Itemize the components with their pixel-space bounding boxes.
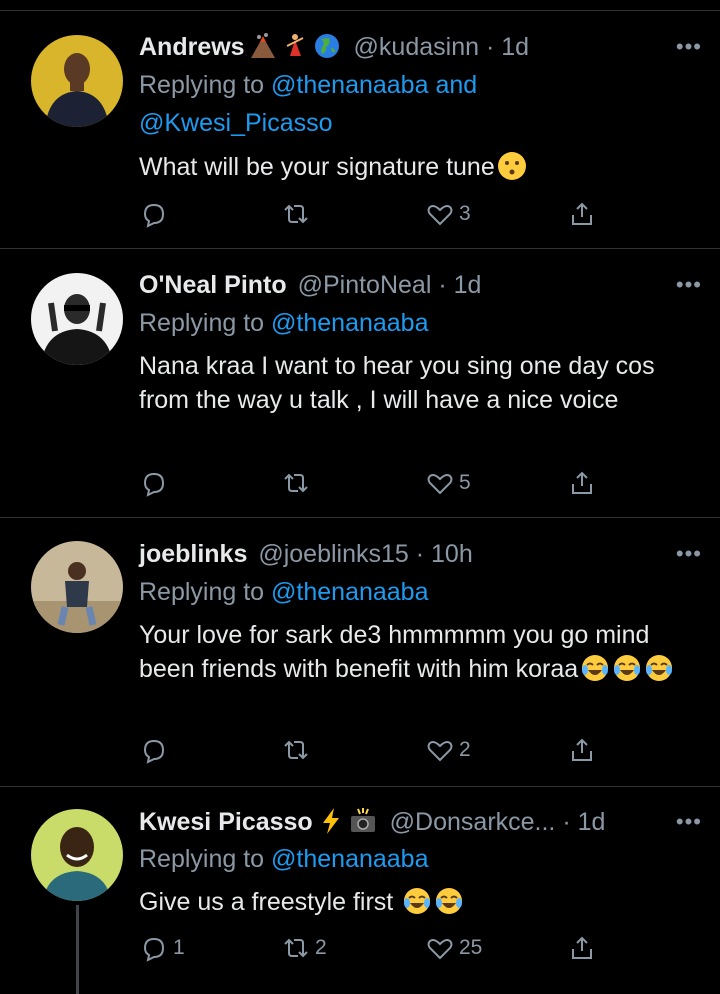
tweet-time[interactable]: · 1d bbox=[486, 33, 529, 61]
share-button[interactable] bbox=[567, 932, 597, 964]
like-count: 2 bbox=[459, 738, 471, 761]
tweet-actions: 1 2 25 bbox=[139, 932, 619, 964]
share-icon bbox=[572, 202, 592, 225]
reply-count: 1 bbox=[173, 936, 185, 959]
author-name[interactable]: Kwesi Picasso bbox=[139, 808, 313, 836]
tweet-time[interactable]: · 1d bbox=[438, 271, 481, 299]
reply-prefix: Replying to bbox=[139, 309, 265, 337]
retweet-icon bbox=[284, 204, 308, 224]
tweet-text: Nana kraa I want to hear you sing one da… bbox=[139, 352, 655, 414]
replying-to: Replying to @thenanaaba bbox=[139, 573, 700, 611]
author-name[interactable]: O'Neal Pinto bbox=[139, 271, 287, 299]
replying-to: Replying to @thenanaaba bbox=[139, 840, 700, 878]
retweet-button[interactable] bbox=[281, 734, 315, 766]
mention-link[interactable]: @thenanaaba bbox=[271, 845, 428, 873]
mention-link[interactable]: @thenanaaba bbox=[271, 309, 428, 337]
share-button[interactable] bbox=[567, 734, 597, 766]
reply-icon bbox=[143, 472, 165, 497]
author-handle[interactable]: @PintoNeal bbox=[298, 271, 432, 299]
mention-link-2[interactable]: @Kwesi_Picasso bbox=[139, 109, 333, 137]
tweet-text-content: Your love for sark de3 hmmmmm you go min… bbox=[139, 621, 650, 683]
reply-icon bbox=[143, 739, 165, 764]
like-button[interactable]: 3 bbox=[425, 198, 471, 230]
like-button[interactable]: 2 bbox=[425, 734, 471, 766]
tears-of-joy-icon bbox=[612, 653, 642, 683]
tweet-text-content: Give us a freestyle first bbox=[139, 888, 394, 916]
tweet-actions: 2 bbox=[139, 734, 619, 766]
heart-icon bbox=[427, 741, 453, 762]
avatar-joeblinks[interactable] bbox=[31, 541, 123, 633]
heart-icon bbox=[427, 939, 453, 960]
hushed-face-icon bbox=[497, 151, 527, 181]
author-name[interactable]: joeblinks bbox=[139, 540, 247, 568]
author-name[interactable]: Andrews bbox=[139, 33, 245, 61]
retweet-count: 2 bbox=[315, 936, 327, 959]
thread-line bbox=[76, 905, 79, 994]
tears-of-joy-icon bbox=[644, 653, 674, 683]
tweet-time[interactable]: · 1d bbox=[562, 808, 605, 836]
heart-icon bbox=[427, 474, 453, 495]
reply-icon bbox=[143, 203, 165, 228]
like-count: 3 bbox=[459, 202, 471, 225]
reply-button[interactable] bbox=[139, 734, 173, 766]
tweet-3[interactable]: joeblinks @joeblinks15 · 10h ••• Replyin… bbox=[0, 518, 720, 786]
retweet-icon bbox=[284, 938, 308, 958]
more-options-icon[interactable]: ••• bbox=[676, 809, 702, 835]
volcano-icon bbox=[249, 32, 277, 60]
avatar-kwesi-picasso[interactable] bbox=[31, 809, 123, 901]
tweet-text: What will be your signature tune bbox=[139, 150, 680, 184]
dancer-icon bbox=[281, 32, 309, 60]
share-icon bbox=[572, 738, 592, 761]
mention-link[interactable]: @thenanaaba bbox=[271, 71, 428, 99]
heart-icon bbox=[427, 205, 453, 226]
share-icon bbox=[572, 936, 592, 959]
like-button[interactable]: 5 bbox=[425, 467, 471, 499]
more-options-icon[interactable]: ••• bbox=[676, 34, 702, 60]
tweet-1[interactable]: Andrews @kudasinn · 1d ••• Replying to @… bbox=[0, 0, 720, 248]
reply-button[interactable] bbox=[139, 198, 173, 230]
tweet-actions: 3 bbox=[139, 198, 619, 230]
tweet-text: Give us a freestyle first bbox=[139, 885, 680, 919]
reply-icon bbox=[143, 937, 165, 962]
retweet-button[interactable] bbox=[281, 467, 315, 499]
tweet-2[interactable]: O'Neal Pinto @PintoNeal · 1d ••• Replyin… bbox=[0, 249, 720, 517]
retweet-icon bbox=[284, 473, 308, 493]
like-button[interactable]: 25 bbox=[425, 932, 482, 964]
author-handle[interactable]: @Donsarkce... bbox=[390, 808, 556, 836]
tweet-time[interactable]: · 10h bbox=[416, 540, 473, 568]
tears-of-joy-icon bbox=[402, 886, 432, 916]
tears-of-joy-icon bbox=[434, 886, 464, 916]
reply-button[interactable]: 1 bbox=[139, 932, 185, 964]
reply-prefix: Replying to bbox=[139, 845, 265, 873]
tweet-actions: 5 bbox=[139, 467, 619, 499]
globe-icon bbox=[313, 32, 341, 60]
mention-link[interactable]: @thenanaaba bbox=[271, 578, 428, 606]
tears-of-joy-icon bbox=[580, 653, 610, 683]
replying-to: Replying to @thenanaaba and @Kwesi_Picas… bbox=[139, 66, 700, 142]
tweet-text: Your love for sark de3 hmmmmm you go min… bbox=[139, 618, 680, 686]
tweet-4[interactable]: Kwesi Picasso @Donsarkce... · 1d ••• Rep… bbox=[0, 787, 720, 994]
tweet-text-content: What will be your signature tune bbox=[139, 153, 495, 181]
lightning-icon bbox=[317, 807, 345, 835]
retweet-button[interactable] bbox=[281, 198, 315, 230]
camera-flash-icon bbox=[349, 807, 377, 835]
reply-prefix: Replying to bbox=[139, 71, 265, 99]
more-options-icon[interactable]: ••• bbox=[676, 541, 702, 567]
reply-and: and bbox=[435, 71, 478, 99]
author-handle[interactable]: @kudasinn bbox=[354, 33, 479, 61]
author-handle[interactable]: @joeblinks15 bbox=[258, 540, 408, 568]
like-count: 25 bbox=[459, 936, 483, 959]
avatar-andrews[interactable] bbox=[31, 35, 123, 127]
reply-prefix: Replying to bbox=[139, 578, 265, 606]
retweet-icon bbox=[284, 740, 308, 760]
avatar-oneal-pinto[interactable] bbox=[31, 273, 123, 365]
retweet-button[interactable]: 2 bbox=[281, 932, 327, 964]
replying-to: Replying to @thenanaaba bbox=[139, 304, 700, 342]
more-options-icon[interactable]: ••• bbox=[676, 272, 702, 298]
like-count: 5 bbox=[459, 471, 471, 494]
share-button[interactable] bbox=[567, 467, 597, 499]
share-icon bbox=[572, 471, 592, 494]
share-button[interactable] bbox=[567, 198, 597, 230]
reply-button[interactable] bbox=[139, 467, 173, 499]
